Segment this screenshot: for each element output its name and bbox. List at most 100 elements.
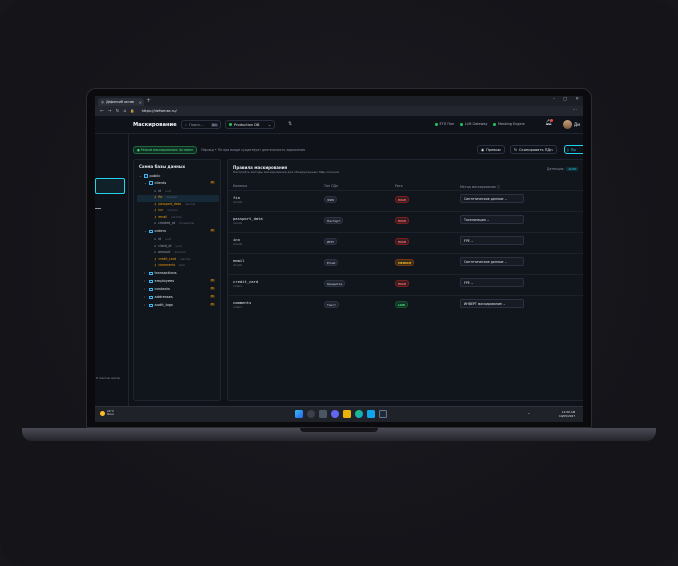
avatar[interactable] — [563, 120, 572, 129]
status-llm: LLM Gateway — [460, 122, 487, 126]
browser-tab[interactable]: ◍ Дефенсиб актив × — [98, 98, 144, 106]
new-tab-button[interactable]: + — [146, 97, 151, 104]
tree-column[interactable]: ⚷ email varchar — [154, 215, 182, 219]
table-name: orders — [154, 229, 166, 234]
close-tab-icon[interactable]: × — [139, 100, 142, 105]
masking-method-select[interactable]: FPE ⌄ — [460, 236, 524, 245]
schema-title: Схема базы данных — [139, 164, 186, 169]
tree-column[interactable]: ▫ created_at timestamp — [154, 221, 194, 225]
service-status: ЕТЛ Поп LLM Gateway Masking Engine — [435, 122, 525, 126]
status-dot — [435, 122, 438, 126]
tree-column[interactable]: ⚷ comments text — [154, 263, 185, 267]
tree-column[interactable]: ▫ id uuid — [154, 237, 171, 241]
laptop-notch — [300, 428, 378, 432]
table-icon — [149, 279, 153, 284]
tree-table-clients[interactable]: ⌄ clients — [144, 181, 166, 185]
risk-badge: HIGH — [395, 196, 410, 203]
tree-table-employees[interactable]: › employees — [144, 279, 174, 283]
database-name: Production DB — [234, 122, 260, 127]
tree-column[interactable]: ⚷ fio varchar — [154, 195, 177, 199]
browser-app-icon[interactable] — [379, 410, 387, 418]
user-name: Дм — [574, 122, 581, 127]
preview-button[interactable]: ◉ Превью — [477, 145, 505, 154]
clock[interactable]: 11:00 AM 10/05/2027 — [559, 410, 575, 418]
lock-icon: 🔒 — [130, 109, 135, 113]
column-name: amount — [158, 250, 171, 255]
minimize-icon[interactable]: – — [553, 97, 555, 102]
tree-column[interactable]: ⚷ passport_data varchar — [154, 202, 196, 206]
column-icon: ▫ — [154, 250, 157, 255]
weather-widget[interactable]: 24°C Ясно — [100, 409, 114, 417]
sidebar-divider — [95, 208, 101, 209]
close-window-icon[interactable]: ✕ — [575, 97, 579, 102]
column-type: timestamp — [179, 221, 195, 225]
detection-pill[interactable]: AUTO — [566, 167, 579, 171]
chevron-down-icon: ⌄ — [267, 122, 271, 127]
method-label: ИНВЕРТ маскирование — [464, 301, 502, 306]
tree-column[interactable]: ▫ amount decimal — [154, 250, 186, 254]
database-select[interactable]: Production DB ⌄ — [225, 120, 275, 129]
header-column: Колонка — [233, 184, 248, 188]
chevron-down-icon: ⌄ — [144, 229, 147, 234]
status-dot — [493, 122, 497, 126]
apply-button[interactable]: ◊ Пр — [564, 145, 583, 154]
masking-method-select[interactable]: Синтетические данные ⌄ — [460, 194, 524, 203]
tree-table-contacts[interactable]: › contacts — [144, 287, 170, 291]
pii-column-icon: ⚷ — [154, 256, 157, 261]
preview-label: Превью — [486, 147, 501, 152]
detection-label: Детекция: — [547, 167, 565, 171]
tree-column[interactable]: ⚷ credit_card varchar — [154, 257, 191, 261]
table-name: transactions — [154, 271, 177, 276]
folder-icon[interactable] — [343, 410, 351, 418]
method-label: Синтетические данные — [464, 196, 504, 201]
masking-method-select[interactable]: Токенизация ⌄ — [460, 215, 524, 224]
url-field[interactable]: https://defsense.ru/ — [142, 109, 177, 113]
column-type: varchar — [166, 195, 177, 200]
scan-pii-button[interactable]: ↻ Сканировать ПДн — [510, 145, 557, 154]
chevron-right-icon: › — [144, 287, 146, 292]
sidebar-footer: Л пактнк ветек — [96, 376, 121, 380]
header-risk: Риск — [395, 184, 403, 188]
mode-row: ● Режим маскирования: Активен Период • П… — [133, 146, 305, 154]
search-input[interactable]: ⌕ Поиск... ⌘K — [181, 120, 221, 129]
tray-chevron-icon[interactable]: ⌃ — [527, 412, 530, 417]
reload-icon[interactable]: ↻ — [116, 109, 120, 114]
tree-schema-root[interactable]: ⌄ public — [139, 174, 160, 178]
tree-column[interactable]: ⚷ inn varchar — [154, 208, 178, 212]
schema-icon — [144, 174, 148, 178]
store-icon[interactable] — [367, 410, 375, 418]
page-title: Маскирование — [133, 122, 177, 128]
tree-table-orders[interactable]: ⌄ orders — [144, 229, 166, 233]
schema-name: public — [149, 174, 161, 178]
masking-method-select[interactable]: Синтетические данные ⌄ — [460, 257, 524, 266]
chat-icon[interactable] — [331, 410, 339, 418]
tree-column[interactable]: ▫ client_id uuid — [154, 244, 182, 248]
tree-table-addresses[interactable]: › addresses — [144, 295, 173, 299]
windows-start-icon[interactable] — [295, 410, 303, 418]
tree-column[interactable]: ▫ id uuid — [154, 189, 171, 193]
search-icon[interactable] — [307, 410, 315, 418]
masking-method-select[interactable]: ИНВЕРТ маскирование ⌄ — [460, 299, 524, 308]
column-type: varchar — [171, 214, 182, 219]
shield-icon: ◊ — [567, 147, 569, 152]
masking-method-select[interactable]: FPE ⌄ — [460, 278, 524, 287]
maximize-icon[interactable]: ▢ — [563, 97, 567, 102]
task-view-icon[interactable] — [319, 410, 327, 418]
risk-badge: HIGH — [395, 280, 410, 287]
sun-icon — [100, 410, 105, 416]
tab-title: Дефенсиб актив — [106, 100, 134, 104]
browser-menu-icon[interactable]: ⋯ — [573, 108, 578, 113]
back-icon[interactable]: ← — [100, 109, 104, 114]
risk-badge: HIGH — [395, 238, 410, 245]
sidebar-item-active[interactable] — [95, 178, 125, 194]
column-type: varchar — [167, 208, 178, 213]
rule-table-name: clients — [233, 200, 243, 204]
forward-icon[interactable]: → — [108, 109, 112, 114]
refresh-icon[interactable]: ⇅ — [288, 121, 292, 127]
home-icon[interactable]: ⌂ — [123, 109, 126, 114]
edge-icon[interactable] — [355, 410, 363, 418]
tree-table-transactions[interactable]: › transactions — [144, 271, 177, 275]
column-type: uuid — [165, 237, 172, 242]
rule-table-name: clients — [233, 221, 243, 225]
tree-table-audit_logs[interactable]: › audit_logs — [144, 303, 173, 307]
